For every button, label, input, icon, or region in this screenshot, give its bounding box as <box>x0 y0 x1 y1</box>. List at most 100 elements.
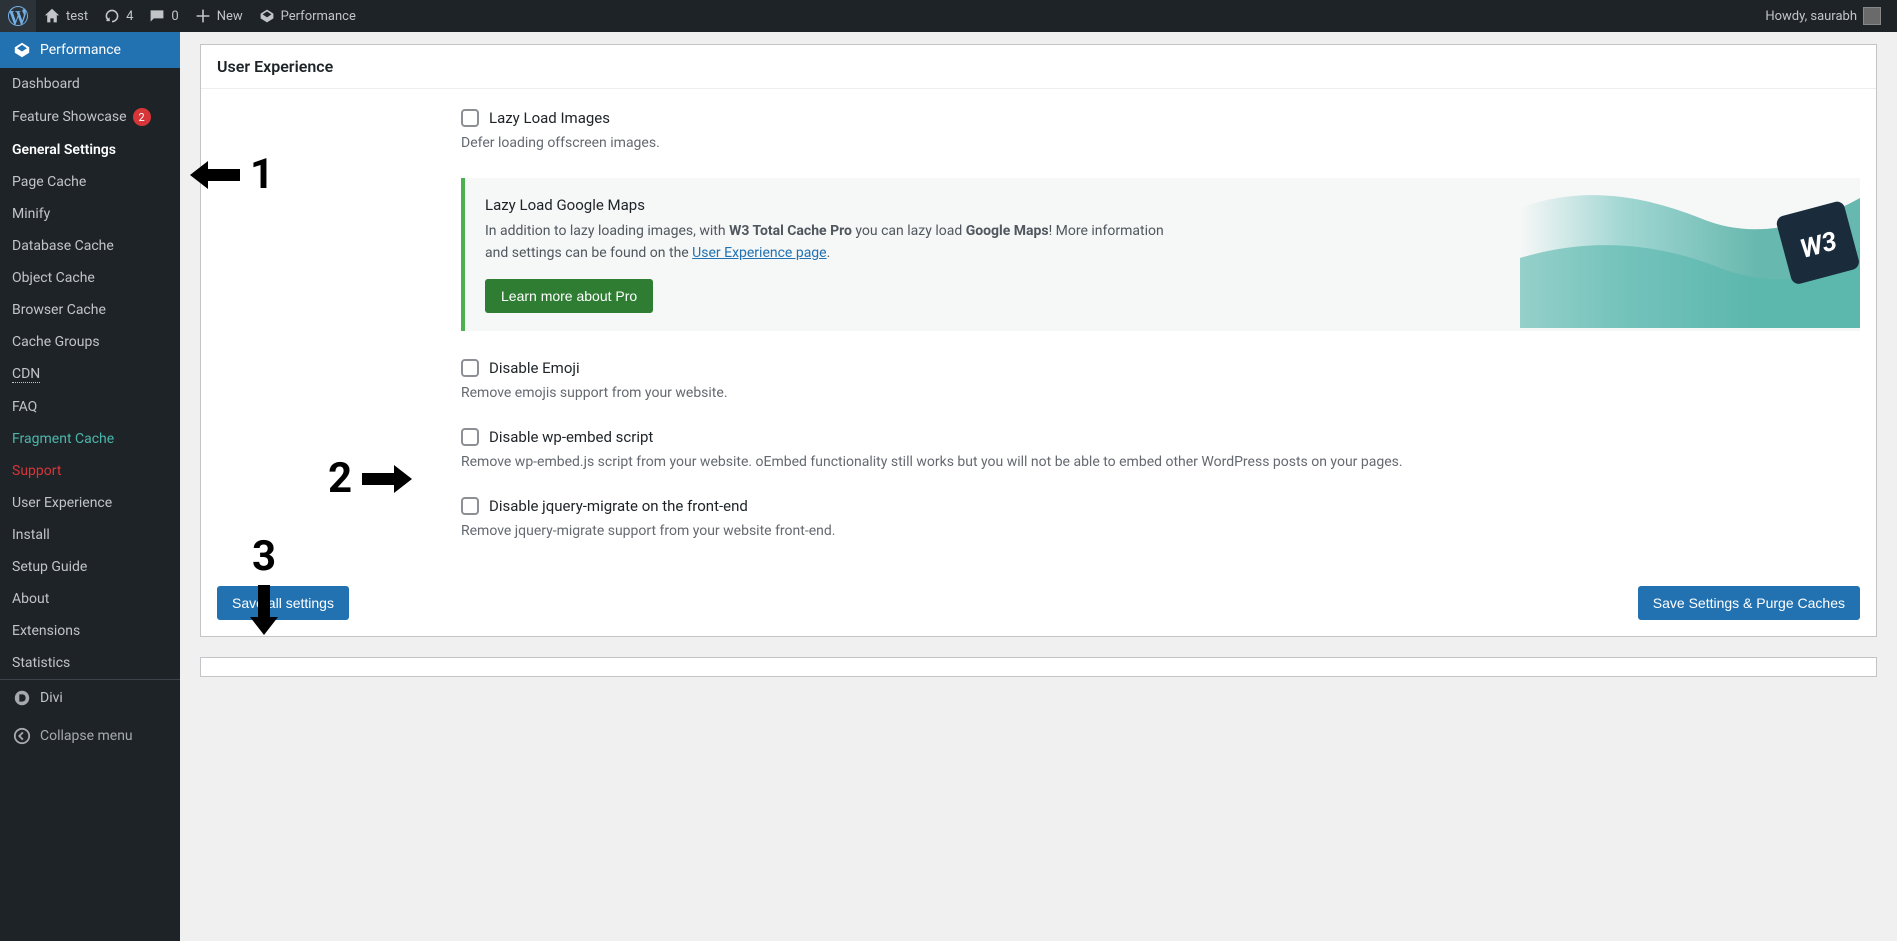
sidebar-item-cache-groups[interactable]: Cache Groups <box>0 326 180 358</box>
collapse-menu[interactable]: Collapse menu <box>0 716 180 756</box>
sidebar-item-label: Object Cache <box>12 270 95 286</box>
sidebar-item-label: Setup Guide <box>12 559 87 575</box>
disable-wpembed-label: Disable wp-embed script <box>489 428 653 446</box>
sidebar-item-label: Minify <box>12 206 50 222</box>
disable-jqmigrate-desc: Remove jquery-migrate support from your … <box>461 521 1860 542</box>
sidebar-item-user-experience[interactable]: User Experience <box>0 487 180 519</box>
updates-count: 4 <box>126 9 133 24</box>
sidebar-item-label: Statistics <box>12 655 70 671</box>
panel-title: User Experience <box>201 45 1876 89</box>
learn-more-pro-button[interactable]: Learn more about Pro <box>485 279 653 313</box>
sidebar-item-object-cache[interactable]: Object Cache <box>0 262 180 294</box>
sidebar-item-extensions[interactable]: Extensions <box>0 615 180 647</box>
disable-emoji-label: Disable Emoji <box>489 359 580 377</box>
sidebar-item-label: Fragment Cache <box>12 431 114 447</box>
disable-emoji-checkbox[interactable] <box>461 359 479 377</box>
new-label: New <box>217 9 243 24</box>
setting-disable-jqmigrate: Disable jquery-migrate on the front-end … <box>461 497 1860 542</box>
sidebar-header-label: Performance <box>40 42 121 58</box>
sidebar-item-statistics[interactable]: Statistics <box>0 647 180 679</box>
sidebar-item-label: Page Cache <box>12 174 86 190</box>
sidebar-item-fragment-cache[interactable]: Fragment Cache <box>0 423 180 455</box>
sidebar-item-label: About <box>12 591 49 607</box>
divi-icon <box>12 688 32 708</box>
lazy-load-images-label: Lazy Load Images <box>489 109 610 127</box>
next-panel <box>200 657 1877 677</box>
sidebar-header-performance[interactable]: Performance <box>0 32 180 68</box>
disable-wpembed-checkbox[interactable] <box>461 428 479 446</box>
comment-icon <box>149 8 165 24</box>
badge: 2 <box>133 108 151 126</box>
sidebar-item-page-cache[interactable]: Page Cache <box>0 166 180 198</box>
sidebar-item-label: CDN <box>12 366 40 383</box>
sidebar-item-label: Support <box>12 463 61 479</box>
disable-emoji-desc: Remove emojis support from your website. <box>461 383 1860 404</box>
sidebar-item-label: Browser Cache <box>12 302 106 318</box>
admin-sidebar: Performance Dashboard Feature Showcase 2 Ge… <box>0 32 180 941</box>
wordpress-icon <box>8 6 28 26</box>
sidebar-item-divi[interactable]: Divi <box>0 679 180 716</box>
comments-count: 0 <box>171 9 178 24</box>
site-name-link[interactable]: test <box>36 0 96 32</box>
performance-icon <box>259 8 275 24</box>
main-content: User Experience Lazy Load Images Defer l… <box>180 32 1897 941</box>
performance-toolbar-link[interactable]: Performance <box>251 0 364 32</box>
sidebar-item-label: User Experience <box>12 495 112 511</box>
admin-toolbar: test 4 0 New Performance Howdy, saurabh <box>0 0 1897 32</box>
disable-jqmigrate-label: Disable jquery-migrate on the front-end <box>489 497 748 515</box>
sidebar-item-label: Database Cache <box>12 238 114 254</box>
sidebar-item-install[interactable]: Install <box>0 519 180 551</box>
sidebar-item-label: Install <box>12 527 50 543</box>
setting-disable-emoji: Disable Emoji Remove emojis support from… <box>461 359 1860 404</box>
plus-icon <box>195 8 211 24</box>
wp-logo[interactable] <box>0 0 36 32</box>
sidebar-item-cdn[interactable]: CDN <box>0 358 180 391</box>
sidebar-item-label: Feature Showcase <box>12 109 127 125</box>
sidebar-item-label: Dashboard <box>12 76 80 92</box>
adminbar-left: test 4 0 New Performance <box>0 0 364 32</box>
home-icon <box>44 8 60 24</box>
sidebar-item-label: Extensions <box>12 623 80 639</box>
setting-disable-wpembed: Disable wp-embed script Remove wp-embed.… <box>461 428 1860 473</box>
sidebar-item-faq[interactable]: FAQ <box>0 391 180 423</box>
svg-text:W3: W3 <box>1797 226 1841 265</box>
updates-link[interactable]: 4 <box>96 0 141 32</box>
divi-label: Divi <box>40 690 63 706</box>
collapse-icon <box>12 726 32 746</box>
sidebar-item-setup-guide[interactable]: Setup Guide <box>0 551 180 583</box>
sidebar-item-support[interactable]: Support <box>0 455 180 487</box>
new-content-link[interactable]: New <box>187 0 251 32</box>
update-icon <box>104 8 120 24</box>
adminbar-right: Howdy, saurabh <box>1757 7 1889 25</box>
user-avatar <box>1863 7 1881 25</box>
site-name: test <box>66 9 88 24</box>
user-experience-panel: User Experience Lazy Load Images Defer l… <box>200 44 1877 637</box>
user-experience-page-link[interactable]: User Experience page <box>692 245 826 261</box>
save-all-settings-button[interactable]: Save all settings <box>217 586 349 620</box>
save-purge-button[interactable]: Save Settings & Purge Caches <box>1638 586 1860 620</box>
promo-text: In addition to lazy loading images, with… <box>485 220 1185 265</box>
disable-wpembed-desc: Remove wp-embed.js script from your webs… <box>461 452 1860 473</box>
gear-icon <box>12 40 32 60</box>
howdy-link[interactable]: Howdy, saurabh <box>1757 7 1889 25</box>
howdy-text: Howdy, saurabh <box>1765 9 1857 24</box>
sidebar-item-database-cache[interactable]: Database Cache <box>0 230 180 262</box>
promo-title: Lazy Load Google Maps <box>485 196 1840 214</box>
sidebar-item-label: Cache Groups <box>12 334 100 350</box>
sidebar-item-label: General Settings <box>12 142 116 158</box>
sidebar-item-dashboard[interactable]: Dashboard <box>0 68 180 100</box>
lazy-load-images-desc: Defer loading offscreen images. <box>461 133 1860 154</box>
sidebar-item-about[interactable]: About <box>0 583 180 615</box>
lazy-load-images-checkbox[interactable] <box>461 109 479 127</box>
collapse-label: Collapse menu <box>40 728 133 744</box>
comments-link[interactable]: 0 <box>141 0 186 32</box>
pro-promo-box: W3 Lazy Load Google Maps In addition to … <box>461 178 1860 331</box>
setting-lazy-load-images: Lazy Load Images Defer loading offscreen… <box>461 109 1860 154</box>
sidebar-item-minify[interactable]: Minify <box>0 198 180 230</box>
disable-jqmigrate-checkbox[interactable] <box>461 497 479 515</box>
sidebar-item-browser-cache[interactable]: Browser Cache <box>0 294 180 326</box>
sidebar-item-feature-showcase[interactable]: Feature Showcase 2 <box>0 100 180 134</box>
panel-buttons: Save all settings Save Settings & Purge … <box>201 586 1876 636</box>
sidebar-item-general-settings[interactable]: General Settings <box>0 134 180 166</box>
performance-toolbar-label: Performance <box>281 9 356 24</box>
